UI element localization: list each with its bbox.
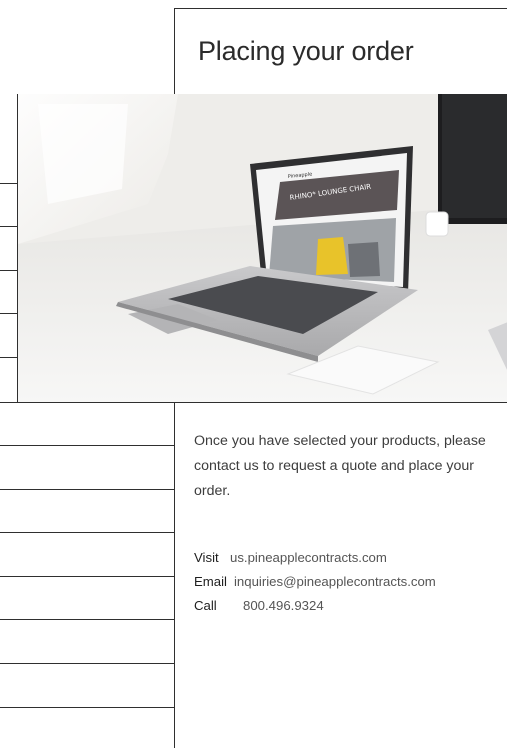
contact-label: Visit	[194, 550, 219, 565]
contact-row-call: Call 800.496.9324	[194, 594, 436, 618]
grid-row-rule	[0, 663, 174, 664]
top-frame-left-rule	[174, 8, 175, 94]
phone-link[interactable]: 800.496.9324	[243, 598, 324, 613]
laptop-on-desk-photo: RHINO* LOUNGE CHAIR Pineapple	[17, 94, 507, 402]
contact-list: Visit us.pineapplecontracts.com Email inqu…	[194, 546, 436, 618]
email-link[interactable]: inquiries@pineapplecontracts.com	[234, 574, 436, 589]
contact-label: Email	[194, 574, 227, 589]
lower-left-column-rule	[174, 402, 175, 748]
grid-row-rule	[0, 707, 174, 708]
page-title: Placing your order	[198, 36, 414, 66]
grid-row-rule	[0, 357, 17, 358]
order-instructions: Once you have selected your products, pl…	[194, 433, 486, 499]
grid-row-rule	[0, 489, 174, 490]
contact-row-visit: Visit us.pineapplecontracts.com	[194, 546, 436, 570]
top-frame-top-rule	[174, 8, 507, 9]
grid-row-rule	[0, 402, 507, 403]
grid-row-rule	[0, 532, 174, 533]
grid-row-rule	[0, 619, 174, 620]
grid-row-rule	[0, 270, 17, 271]
grid-row-rule	[0, 313, 17, 314]
grid-row-rule	[0, 183, 17, 184]
website-link[interactable]: us.pineapplecontracts.com	[230, 550, 387, 565]
laptop-illustration: RHINO* LOUNGE CHAIR Pineapple	[18, 94, 507, 402]
grid-row-rule	[0, 576, 174, 577]
contact-label: Call	[194, 598, 217, 613]
grid-row-rule	[0, 445, 174, 446]
grid-row-rule	[0, 226, 17, 227]
contact-row-email: Email inquiries@pineapplecontracts.com	[194, 570, 436, 594]
